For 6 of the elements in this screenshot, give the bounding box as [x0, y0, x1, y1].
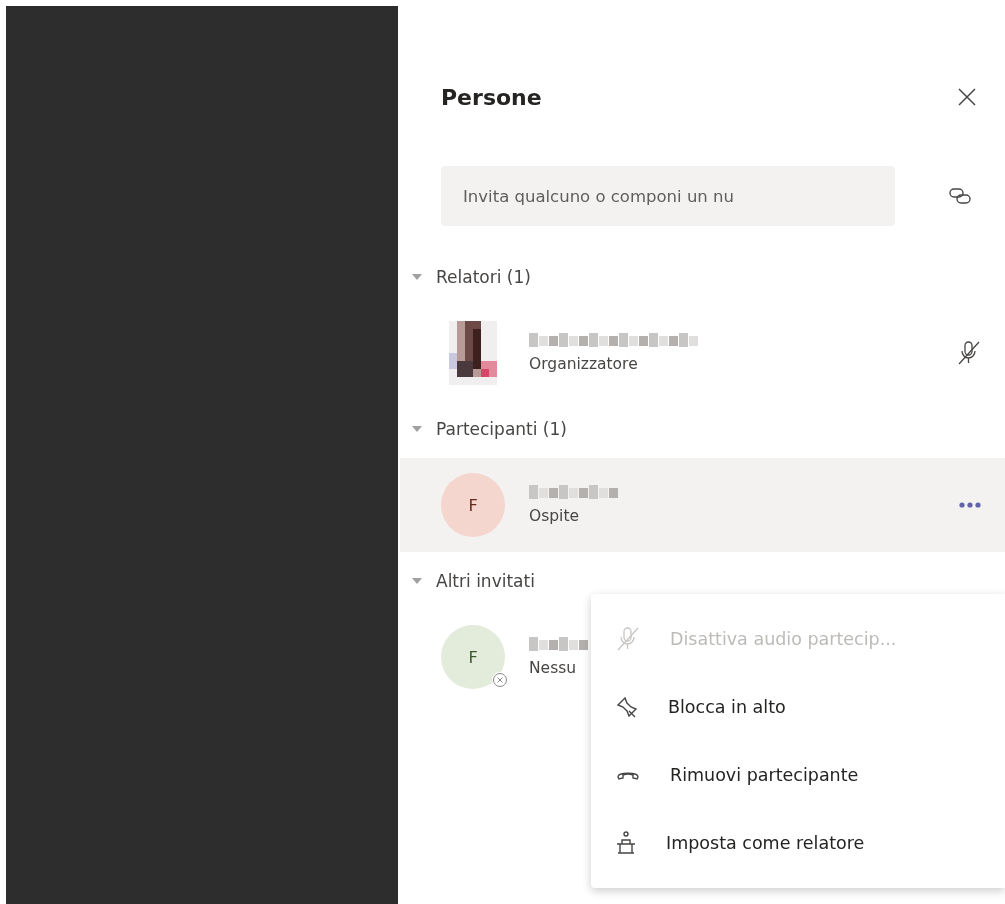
avatar-initial: F	[468, 647, 478, 667]
panel-title: Persone	[441, 84, 542, 110]
participant-role: Nessu	[529, 659, 578, 677]
avatar-initial: F	[468, 495, 478, 515]
participant-role: Organizzatore	[529, 355, 639, 373]
participant-role: Ospite	[529, 507, 581, 525]
